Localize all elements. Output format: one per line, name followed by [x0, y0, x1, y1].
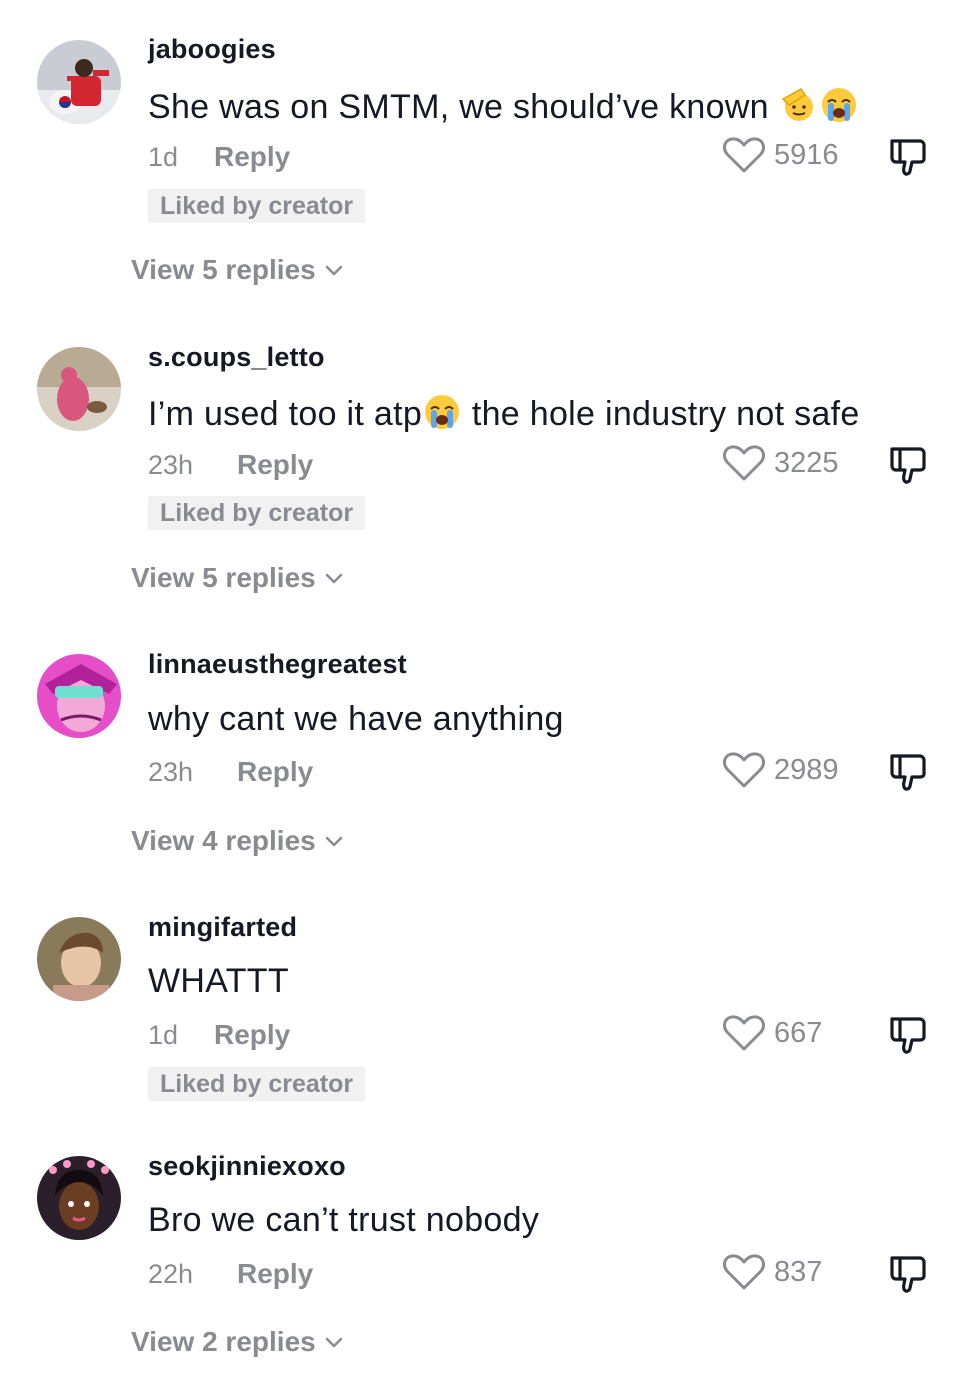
dislike-icon[interactable] [886, 135, 930, 179]
loudly-crying-face-emoji [819, 85, 859, 125]
comment-text: why cant we have anything [148, 700, 564, 738]
loudly-crying-face-emoji [422, 392, 462, 432]
dislike-icon[interactable] [886, 443, 930, 487]
reply-button[interactable]: Reply [237, 756, 313, 788]
view-replies-button[interactable]: View 4 replies [131, 825, 344, 857]
like-button[interactable]: 3225 [722, 441, 839, 485]
view-replies-button[interactable]: View 5 replies [131, 562, 344, 594]
heart-icon [723, 445, 765, 481]
avatar[interactable] [37, 1156, 121, 1240]
avatar[interactable] [37, 347, 121, 431]
username[interactable]: seokjinniexoxo [148, 1151, 346, 1182]
chevron-down-icon [325, 265, 342, 276]
heart-icon [723, 1254, 765, 1290]
comment-text: Bro we can’t trust nobody [148, 1201, 540, 1239]
like-count: 5916 [774, 138, 839, 171]
comment-time: 23h [148, 757, 194, 787]
like-button[interactable]: 837 [722, 1250, 822, 1294]
reply-button[interactable]: Reply [237, 449, 313, 481]
avatar[interactable] [37, 917, 121, 1001]
dislike-icon[interactable] [886, 750, 930, 794]
comment-text-after: the hole industry not safe [462, 395, 860, 433]
heart-icon [723, 1015, 765, 1051]
reply-button[interactable]: Reply [214, 1019, 290, 1051]
comment-text: I’m used too it atp the hole industry no… [148, 392, 860, 434]
comment-text-content: She was on SMTM, we should’ve known [148, 88, 779, 126]
username[interactable]: s.coups_letto [148, 342, 325, 373]
comment-time: 23h [148, 450, 194, 480]
avatar[interactable] [37, 654, 121, 738]
chevron-down-icon [325, 1337, 342, 1348]
like-button[interactable]: 2989 [722, 748, 839, 792]
comment-time: 1d [148, 142, 179, 172]
username[interactable]: jaboogies [148, 34, 276, 65]
chevron-down-icon [325, 836, 342, 847]
view-replies-label: View 2 replies [131, 1326, 316, 1357]
like-count: 837 [774, 1255, 823, 1288]
username[interactable]: linnaeusthegreatest [148, 649, 407, 680]
dislike-icon[interactable] [886, 1013, 930, 1057]
heart-icon [723, 137, 765, 173]
like-count: 667 [774, 1016, 823, 1049]
like-button[interactable]: 5916 [722, 133, 839, 177]
reply-button[interactable]: Reply [214, 141, 290, 173]
dislike-icon[interactable] [886, 1252, 930, 1296]
like-count: 2989 [774, 753, 839, 786]
like-button[interactable]: 667 [722, 1011, 822, 1055]
comment-text: She was on SMTM, we should’ve known [148, 85, 859, 127]
liked-by-creator-badge: Liked by creator [148, 496, 366, 530]
view-replies-label: View 5 replies [131, 254, 316, 285]
like-count: 3225 [774, 446, 839, 479]
comment-text: WHATTT [148, 962, 289, 1000]
reply-button[interactable]: Reply [237, 1258, 313, 1290]
view-replies-button[interactable]: View 2 replies [131, 1326, 344, 1358]
avatar[interactable] [37, 40, 121, 124]
view-replies-label: View 4 replies [131, 825, 316, 856]
saluting-face-emoji [779, 85, 819, 125]
view-replies-button[interactable]: View 5 replies [131, 254, 344, 286]
chevron-down-icon [325, 573, 342, 584]
comment-text-before: I’m used too it atp [148, 395, 423, 433]
liked-by-creator-badge: Liked by creator [148, 1067, 366, 1101]
heart-icon [723, 752, 765, 788]
view-replies-label: View 5 replies [131, 562, 316, 593]
comment-time: 1d [148, 1020, 179, 1050]
comment-time: 22h [148, 1259, 194, 1289]
username[interactable]: mingifarted [148, 912, 297, 943]
liked-by-creator-badge: Liked by creator [148, 189, 366, 223]
